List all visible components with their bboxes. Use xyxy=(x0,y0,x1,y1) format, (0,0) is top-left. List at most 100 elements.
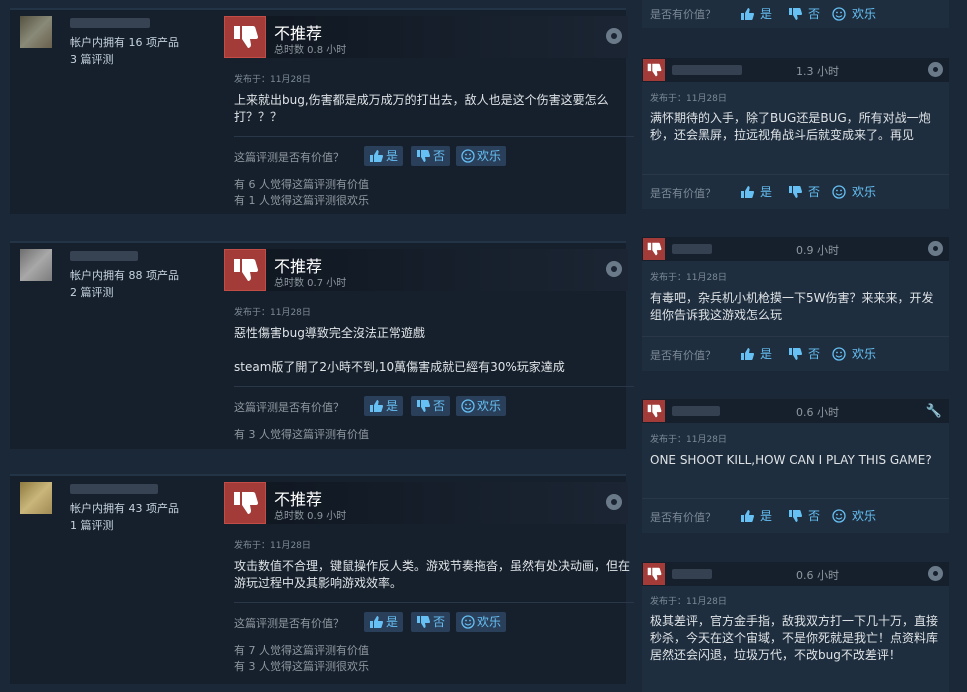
vote-yes-button[interactable]: 是 xyxy=(364,396,404,416)
helpful-question: 这篇评测是否有价值？ xyxy=(234,401,344,414)
steam-icon xyxy=(928,62,943,77)
vote-funny-button[interactable]: 欢乐 xyxy=(456,146,507,166)
review-count[interactable]: 1 篇评测 xyxy=(70,517,114,533)
review-text: 满怀期待的入手，除了BUG还是BUG，所有对战一炮秒，还会黑屏，拉远视角战斗后就… xyxy=(650,111,931,142)
thumbs-up-icon xyxy=(370,150,383,162)
smiley-icon xyxy=(832,185,846,199)
playtime: 0.6 小时 xyxy=(796,569,839,582)
review-card: 0.9 小时 发布于：11月28日 有毒吧，杂兵机小机枪摸一下5W伤害？来来来，… xyxy=(642,237,949,371)
thumbs-down-icon xyxy=(647,63,662,77)
steam-icon xyxy=(928,566,943,581)
divider xyxy=(642,498,949,499)
review-paragraph: steam版了開了2小時不到,10萬傷害成就已經有30%玩家達成 xyxy=(234,360,565,374)
thumbs-down-icon xyxy=(647,404,662,418)
products-owned[interactable]: 帐户内拥有 88 项产品 xyxy=(70,267,179,283)
thumbs-down-icon xyxy=(417,150,430,162)
vote-yes-label: 是 xyxy=(386,615,399,629)
author-name[interactable] xyxy=(672,569,712,579)
vote-no-label: 否 xyxy=(433,615,446,629)
thumbs-up-icon xyxy=(741,348,754,360)
author-name[interactable] xyxy=(672,65,742,75)
vote-no-button[interactable]: 否 xyxy=(788,346,820,362)
posted-date: 发布于：11月28日 xyxy=(234,308,311,318)
vote-yes-button[interactable]: 是 xyxy=(740,6,772,22)
vote-funny-button[interactable]: 欢乐 xyxy=(832,6,876,22)
thumb-box xyxy=(224,249,266,291)
author-name[interactable] xyxy=(672,244,712,254)
helpful-question: 是否有价值？ xyxy=(650,8,716,21)
helpful-question: 是否有价值？ xyxy=(650,187,716,200)
vote-yes-button[interactable]: 是 xyxy=(740,508,772,524)
products-owned[interactable]: 帐户内拥有 43 项产品 xyxy=(70,500,179,516)
verdict-bar[interactable]: 不推荐 总时数 0.7 小时 xyxy=(224,249,628,291)
vote-funny-button[interactable]: 欢乐 xyxy=(456,612,507,632)
divider xyxy=(642,174,949,175)
author-name[interactable] xyxy=(70,251,138,261)
author-name[interactable] xyxy=(70,484,158,494)
review-card: 帐户内拥有 43 项产品 1 篇评测 不推荐 总时数 0.9 小时 发布于：11… xyxy=(10,474,634,684)
author-name[interactable] xyxy=(70,18,150,28)
thumbs-down-icon xyxy=(789,348,802,360)
review-card: 帐户内拥有 16 项产品 3 篇评测 不推荐 总时数 0.8 小时 发布于：11… xyxy=(10,8,634,214)
divider xyxy=(234,386,634,387)
products-owned[interactable]: 帐户内拥有 16 项产品 xyxy=(70,34,179,50)
steam-icon xyxy=(606,28,622,44)
smiley-icon xyxy=(461,615,475,629)
steam-icon xyxy=(606,261,622,277)
vote-funny-label: 欢乐 xyxy=(852,347,877,361)
review-card: 1.3 小时 发布于：11月28日 满怀期待的入手，除了BUG还是BUG，所有对… xyxy=(642,58,949,209)
verdict-bar[interactable]: 不推荐 总时数 0.9 小时 xyxy=(224,482,628,524)
vote-funny-label: 欢乐 xyxy=(852,7,877,21)
vote-stat: 有 7 人觉得这篇评测有价值 xyxy=(234,644,369,657)
thumb-box xyxy=(224,482,266,524)
vote-yes-button[interactable]: 是 xyxy=(740,184,772,200)
review-text: ONE SHOOT KILL,HOW CAN I PLAY THIS GAME? xyxy=(650,453,932,467)
vote-yes-label: 是 xyxy=(760,185,773,199)
vote-no-button[interactable]: 否 xyxy=(788,6,820,22)
thumbs-down-icon xyxy=(647,567,662,581)
playtime: 总时数 0.9 小时 xyxy=(274,511,347,522)
review-count[interactable]: 3 篇评测 xyxy=(70,51,114,67)
vote-funny-button[interactable]: 欢乐 xyxy=(832,184,876,200)
avatar[interactable] xyxy=(20,249,52,281)
vote-no-label: 否 xyxy=(808,509,821,523)
vote-yes-button[interactable]: 是 xyxy=(364,146,404,166)
review-header[interactable]: 1.3 小时 xyxy=(642,58,949,82)
review-text: steam版了開了2小時不到,10萬傷害成就已經有30%玩家達成 xyxy=(234,359,630,376)
review-paragraph: 攻击数值不合理，键鼠操作反人类。游戏节奏拖沓，虽然有处决动画，但在游玩过程中及其… xyxy=(234,559,631,590)
vote-funny-button[interactable]: 欢乐 xyxy=(832,508,876,524)
vote-no-label: 否 xyxy=(433,399,446,413)
author-name[interactable] xyxy=(672,406,720,416)
divider xyxy=(10,8,626,10)
thumbs-up-icon xyxy=(741,8,754,20)
thumb-box xyxy=(643,400,665,422)
thumbs-down-icon xyxy=(789,186,802,198)
posted-date: 发布于：11月28日 xyxy=(650,273,727,283)
steam-icon xyxy=(606,494,622,510)
avatar[interactable] xyxy=(20,16,52,48)
vote-no-button[interactable]: 否 xyxy=(411,612,451,632)
review-header[interactable]: 0.6 小时 🔧 xyxy=(642,399,949,423)
vote-no-button[interactable]: 否 xyxy=(411,396,451,416)
smiley-icon xyxy=(832,7,846,21)
vote-no-button[interactable]: 否 xyxy=(411,146,451,166)
smiley-icon xyxy=(461,149,475,163)
review-header[interactable]: 0.6 小时 xyxy=(642,562,949,586)
verdict-bar[interactable]: 不推荐 总时数 0.8 小时 xyxy=(224,16,628,58)
vote-yes-label: 是 xyxy=(386,149,399,163)
avatar[interactable] xyxy=(20,482,52,514)
vote-yes-button[interactable]: 是 xyxy=(364,612,404,632)
thumb-box xyxy=(643,59,665,81)
steam-icon xyxy=(928,241,943,256)
vote-no-button[interactable]: 否 xyxy=(788,508,820,524)
vote-funny-button[interactable]: 欢乐 xyxy=(832,346,876,362)
review-count[interactable]: 2 篇评测 xyxy=(70,284,114,300)
review-card: 0.6 小时 发布于：11月28日 极其差评，官方金手指，敌我双方打一下几十万，… xyxy=(642,562,949,692)
helpful-question: 这篇评测是否有价值？ xyxy=(234,151,344,164)
vote-yes-button[interactable]: 是 xyxy=(740,346,772,362)
review-header[interactable]: 0.9 小时 xyxy=(642,237,949,261)
thumbs-down-icon xyxy=(234,26,259,48)
vote-stat: 有 3 人觉得这篇评测很欢乐 xyxy=(234,660,369,673)
vote-funny-button[interactable]: 欢乐 xyxy=(456,396,507,416)
vote-no-button[interactable]: 否 xyxy=(788,184,820,200)
